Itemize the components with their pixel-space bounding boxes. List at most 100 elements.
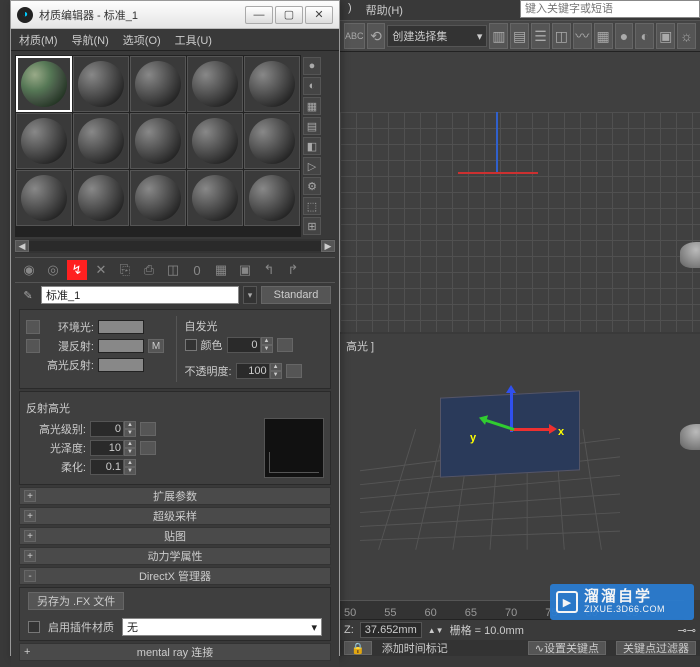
- render-frame-icon[interactable]: ▣: [656, 23, 675, 49]
- rollout-mentalray[interactable]: + mental ray 连接: [19, 643, 331, 661]
- menu-options[interactable]: 选项(O): [123, 32, 161, 48]
- make-copy-icon[interactable]: ⎘: [115, 260, 135, 280]
- material-slot[interactable]: [16, 170, 72, 226]
- spin-down-icon[interactable]: ▼: [124, 429, 136, 437]
- rollout-maps[interactable]: + 贴图: [19, 527, 331, 545]
- material-slot[interactable]: [244, 56, 300, 112]
- spin-up-icon[interactable]: ▲: [124, 440, 136, 448]
- z-coord-input[interactable]: 37.652mm: [360, 622, 422, 638]
- self-illum-map-button[interactable]: [277, 338, 293, 352]
- scroll-left-icon[interactable]: ◀: [15, 240, 29, 252]
- collapse-icon[interactable]: -: [24, 570, 36, 582]
- mirror-icon[interactable]: ▥: [489, 23, 508, 49]
- material-slot[interactable]: [130, 56, 186, 112]
- material-slot[interactable]: [73, 170, 129, 226]
- align-icon[interactable]: ▤: [510, 23, 529, 49]
- material-slot[interactable]: [16, 113, 72, 169]
- uv-tile-icon[interactable]: ▤: [303, 117, 321, 135]
- opacity-map-button[interactable]: [286, 364, 302, 378]
- reset-map-icon[interactable]: ✕: [91, 260, 111, 280]
- material-slot[interactable]: [244, 170, 300, 226]
- spin-down-icon[interactable]: ▼: [124, 448, 136, 456]
- color-checkbox[interactable]: [185, 339, 197, 351]
- backlight-icon[interactable]: ◐: [303, 77, 321, 95]
- viewport-perspective[interactable]: 高光 ] x y: [340, 334, 700, 600]
- gloss-input[interactable]: [90, 440, 124, 456]
- spin-up-icon[interactable]: ▲: [124, 459, 136, 467]
- spin-up-icon[interactable]: ▲: [270, 363, 282, 371]
- rollout-extended[interactable]: + 扩展参数: [19, 487, 331, 505]
- show-map-icon[interactable]: ▦: [211, 260, 231, 280]
- menu-help[interactable]: ): [348, 2, 352, 18]
- link-icon[interactable]: ⟲: [367, 23, 386, 49]
- material-id-icon[interactable]: 0: [187, 260, 207, 280]
- menu-material[interactable]: 材质(M): [19, 32, 58, 48]
- expand-icon[interactable]: +: [24, 550, 36, 562]
- spin-down-icon[interactable]: ▼: [261, 345, 273, 353]
- teapot-object[interactable]: [680, 424, 700, 450]
- expand-icon[interactable]: +: [24, 510, 36, 522]
- put-to-scene-icon[interactable]: ◎: [43, 260, 63, 280]
- scroll-right-icon[interactable]: ▶: [321, 240, 335, 252]
- spec-level-map-button[interactable]: [140, 422, 156, 436]
- gizmo-z-axis-icon[interactable]: [510, 388, 513, 432]
- maximize-button[interactable]: ▢: [275, 6, 303, 24]
- specular-color-swatch[interactable]: [98, 358, 144, 372]
- soften-spinner[interactable]: ▲▼: [90, 459, 136, 475]
- curve-editor-icon[interactable]: 〰: [573, 23, 592, 49]
- material-editor-icon[interactable]: ●: [615, 23, 634, 49]
- spin-down-icon[interactable]: ▼: [270, 371, 282, 379]
- select-by-material-icon[interactable]: ⬚: [303, 197, 321, 215]
- spec-level-spinner[interactable]: ▲▼: [90, 421, 136, 437]
- spec-level-input[interactable]: [90, 421, 124, 437]
- schematic-icon[interactable]: ▦: [594, 23, 613, 49]
- make-preview-icon[interactable]: ▷: [303, 157, 321, 175]
- layers-icon[interactable]: ☰: [531, 23, 550, 49]
- diffuse-color-swatch[interactable]: [98, 339, 144, 353]
- go-parent-icon[interactable]: ↰: [259, 260, 279, 280]
- ambient-color-swatch[interactable]: [98, 320, 144, 334]
- video-check-icon[interactable]: ◧: [303, 137, 321, 155]
- close-button[interactable]: ✕: [305, 6, 333, 24]
- material-slot[interactable]: [187, 113, 243, 169]
- show-end-result-icon[interactable]: ▣: [235, 260, 255, 280]
- enable-plugin-checkbox[interactable]: [28, 621, 40, 633]
- material-slot[interactable]: [187, 170, 243, 226]
- expand-icon[interactable]: +: [24, 646, 30, 658]
- abc-icon[interactable]: ABC: [344, 23, 365, 49]
- menu-help[interactable]: 帮助(H): [366, 2, 403, 18]
- material-slot-0[interactable]: [16, 56, 72, 112]
- key-filter-button[interactable]: 关键点过滤器: [616, 641, 696, 655]
- menu-navigation[interactable]: 导航(N): [72, 32, 109, 48]
- assign-material-icon[interactable]: ↯: [67, 260, 87, 280]
- ambient-lock-icon[interactable]: [26, 320, 40, 334]
- viewport-top[interactable]: [340, 52, 700, 332]
- minimize-button[interactable]: —: [245, 6, 273, 24]
- diffuse-lock-icon[interactable]: [26, 339, 40, 353]
- set-key-button[interactable]: ∿ 设置关键点: [528, 641, 606, 655]
- add-time-tag-button[interactable]: 添加时间标记: [382, 640, 448, 656]
- get-material-icon[interactable]: ◉: [19, 260, 39, 280]
- self-illum-input[interactable]: [227, 337, 261, 353]
- self-illum-spinner[interactable]: ▲▼: [227, 337, 273, 353]
- spin-up-icon[interactable]: ▲: [261, 337, 273, 345]
- spin-up-icon[interactable]: ▲: [124, 421, 136, 429]
- titlebar[interactable]: ◑ 材质编辑器 - 标准_1 — ▢ ✕: [11, 1, 339, 29]
- material-slot[interactable]: [244, 113, 300, 169]
- rollout-supersampling[interactable]: + 超级采样: [19, 507, 331, 525]
- eyedropper-icon[interactable]: ✎: [19, 286, 37, 304]
- spin-down-icon[interactable]: ▼: [124, 467, 136, 475]
- opacity-spinner[interactable]: ▲▼: [236, 363, 282, 379]
- render-icon[interactable]: ☼: [677, 23, 696, 49]
- keyword-search-input[interactable]: [520, 0, 700, 18]
- rollout-dynamics[interactable]: + 动力学属性: [19, 547, 331, 565]
- gizmo-x-axis-icon[interactable]: [510, 428, 554, 431]
- diffuse-map-button[interactable]: M: [148, 339, 164, 353]
- material-slot[interactable]: [187, 56, 243, 112]
- plugin-dropdown[interactable]: 无 ▾: [122, 618, 322, 636]
- sample-type-icon[interactable]: ●: [303, 57, 321, 75]
- scroll-track[interactable]: [29, 241, 321, 251]
- material-map-nav-icon[interactable]: ⊞: [303, 217, 321, 235]
- name-dropdown-icon[interactable]: ▾: [243, 286, 257, 304]
- soften-input[interactable]: [90, 459, 124, 475]
